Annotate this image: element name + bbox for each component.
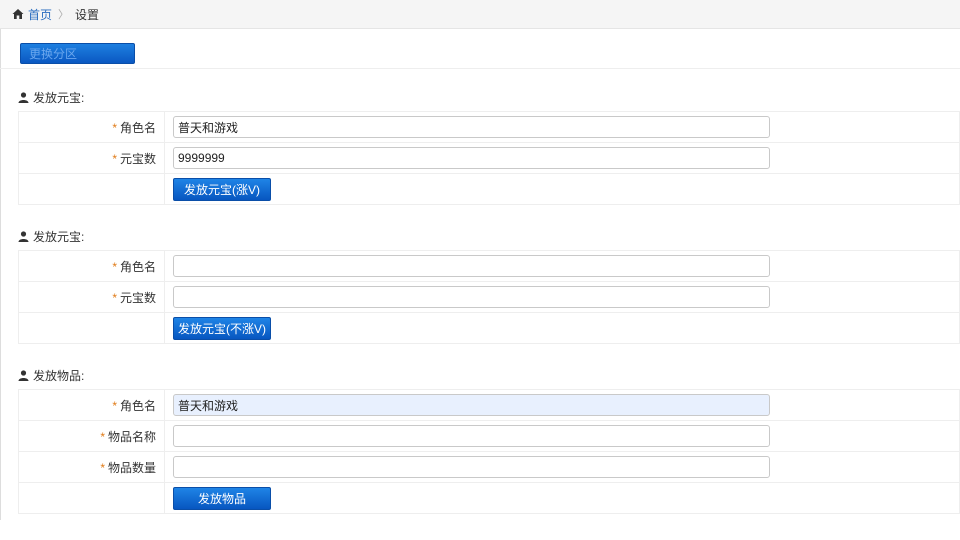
- form-row-role: * 角色名: [18, 389, 960, 421]
- grant-yuanbao-vip-button[interactable]: 发放元宝(涨V): [173, 177, 271, 201]
- amount-label-text: 元宝数: [119, 290, 156, 305]
- item-name-label-text: 物品名称: [107, 429, 156, 444]
- role-label: * 角色名: [18, 250, 165, 282]
- role-label-text: 角色名: [119, 120, 156, 135]
- role-label: * 角色名: [18, 111, 165, 143]
- required-mark: *: [100, 429, 105, 444]
- role-label-text: 角色名: [119, 398, 156, 413]
- form-row-role: * 角色名: [18, 111, 960, 143]
- form-row-amount: * 元宝数: [18, 281, 960, 313]
- breadcrumb: 首页 〉 设置: [0, 0, 960, 29]
- section-title-text: 发放元宝:: [33, 230, 85, 244]
- amount-input[interactable]: [173, 286, 770, 308]
- left-border: [0, 29, 1, 520]
- required-mark: *: [100, 460, 105, 475]
- amount-input[interactable]: [173, 147, 770, 169]
- item-qty-label: * 物品数量: [18, 451, 165, 483]
- switch-partition-button[interactable]: 更换分区: [20, 43, 135, 64]
- form-yuanbao-2: * 角色名 * 元宝数 发放元宝(不涨V): [18, 250, 960, 344]
- form-items: *角色名 *物品名称 *物品数量 发放物品: [18, 389, 960, 514]
- form-row-submit: 发放物品: [18, 482, 960, 514]
- role-name-input[interactable]: [173, 116, 770, 138]
- home-icon: [12, 9, 24, 19]
- required-mark: *: [112, 398, 117, 413]
- user-icon: [18, 92, 29, 103]
- grant-items-button[interactable]: 发放物品: [173, 486, 271, 510]
- item-qty-label-text: 物品数量: [107, 460, 156, 475]
- form-yuanbao-1: *角色名 *元宝数 发放元宝(涨V): [18, 111, 960, 205]
- required-mark: *: [112, 120, 117, 135]
- item-name-input[interactable]: [173, 425, 770, 447]
- item-name-label: * 物品名称: [18, 420, 165, 452]
- section-title-items: 发放物品:: [18, 367, 84, 384]
- toolbar: 更换分区: [0, 29, 960, 69]
- form-row-role: * 角色名: [18, 250, 960, 282]
- breadcrumb-home-link[interactable]: 首页: [28, 6, 52, 23]
- user-icon: [18, 231, 29, 242]
- breadcrumb-separator: 〉: [58, 9, 70, 21]
- amount-label: * 元宝数: [18, 281, 165, 313]
- amount-label-text: 元宝数: [119, 151, 156, 166]
- section-title-text: 发放元宝:: [33, 91, 85, 105]
- form-row-submit: 发放元宝(涨V): [18, 173, 960, 205]
- form-row-item-name: * 物品名称: [18, 420, 960, 452]
- required-mark: *: [112, 259, 117, 274]
- form-row-amount: * 元宝数: [18, 142, 960, 174]
- role-name-input[interactable]: [173, 255, 770, 277]
- amount-label: * 元宝数: [18, 142, 165, 174]
- form-row-item-qty: * 物品数量: [18, 451, 960, 483]
- role-name-input[interactable]: [173, 394, 770, 416]
- breadcrumb-current: 设置: [75, 7, 100, 22]
- required-mark: *: [112, 290, 117, 305]
- item-qty-input[interactable]: [173, 456, 770, 478]
- grant-yuanbao-novip-button[interactable]: 发放元宝(不涨V): [173, 316, 271, 340]
- section-title-text: 发放物品:: [33, 369, 85, 383]
- role-label: * 角色名: [18, 389, 165, 421]
- required-mark: *: [112, 151, 117, 166]
- section-title-yuanbao-1: 发放元宝:: [18, 89, 84, 106]
- section-title-yuanbao-2: 发放元宝:: [18, 228, 84, 245]
- form-row-submit: 发放元宝(不涨V): [18, 312, 960, 344]
- user-icon: [18, 370, 29, 381]
- role-label-text: 角色名: [119, 259, 156, 274]
